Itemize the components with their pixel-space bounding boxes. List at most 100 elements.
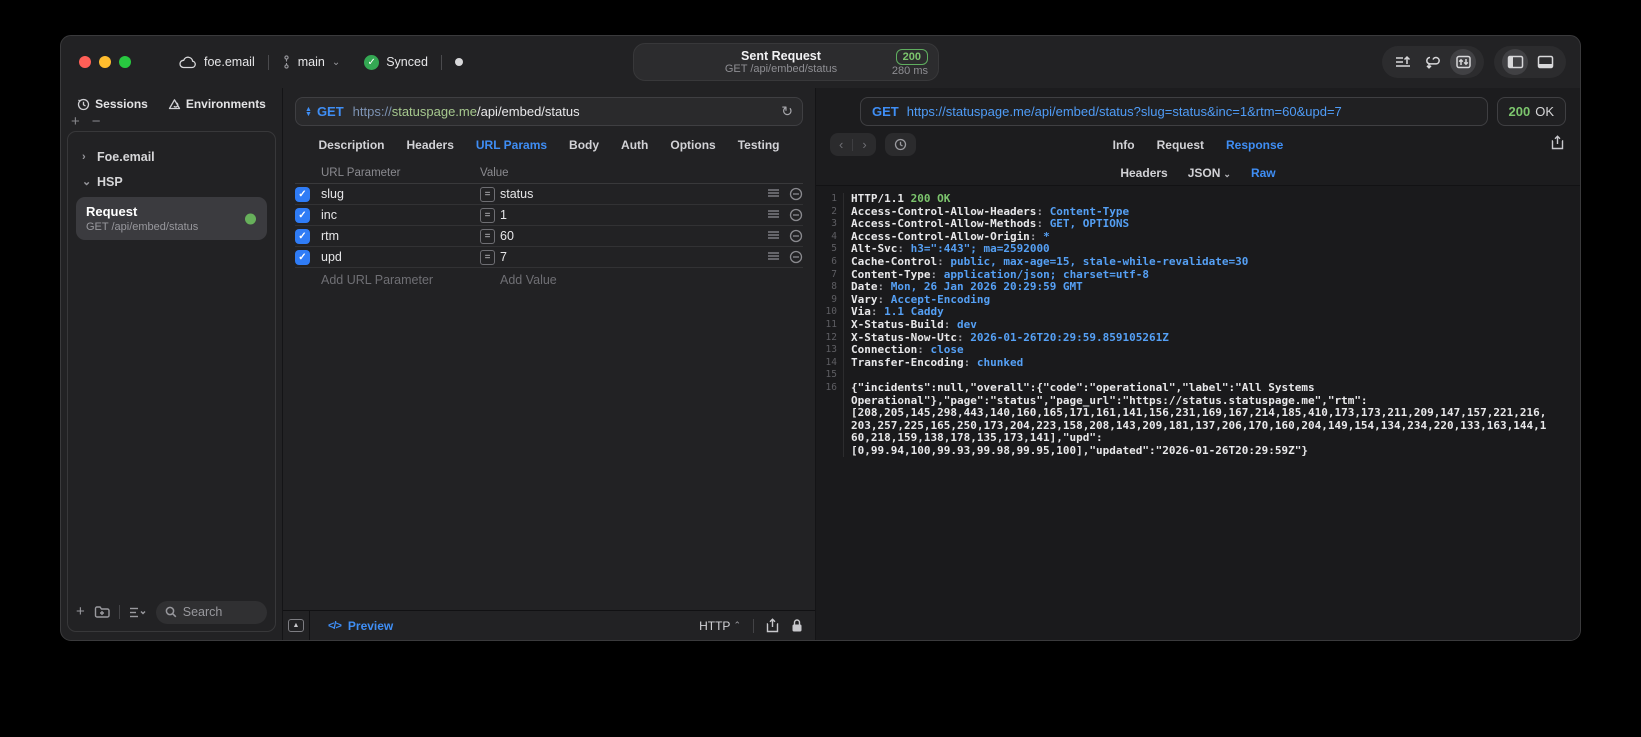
remove-param-icon[interactable] — [789, 229, 803, 243]
reload-icon[interactable]: ↻ — [781, 103, 793, 120]
close-button[interactable] — [79, 56, 91, 68]
request-title: Sent Request — [741, 48, 821, 63]
add-url-parameter-field[interactable]: Add URL Parameter — [321, 273, 480, 287]
column-url-parameter: URL Parameter — [321, 166, 401, 179]
line-number — [816, 407, 844, 420]
request-editor-panel: ▲ ▼ GET https://statuspage.me/api/embed/s… — [282, 88, 816, 640]
request-tab-description[interactable]: Description — [319, 138, 385, 152]
body-tab-raw[interactable]: Raw — [1251, 166, 1276, 180]
request-tab-url-params[interactable]: URL Params — [476, 138, 547, 152]
param-name-field[interactable]: rtm — [321, 229, 480, 243]
request-actions-group — [1382, 46, 1484, 78]
request-tab-options[interactable]: Options — [670, 138, 715, 152]
selector-chevron-icon: ⌃ — [733, 620, 741, 630]
request-tab-auth[interactable]: Auth — [621, 138, 648, 152]
param-value-field[interactable]: 60 — [500, 229, 757, 243]
line-number: 5 — [816, 243, 844, 256]
line-number: 6 — [816, 255, 844, 269]
search-input[interactable]: Search — [155, 600, 267, 624]
drag-handle-icon[interactable] — [767, 187, 780, 199]
minimize-button[interactable] — [99, 56, 111, 68]
param-name-field[interactable]: inc — [321, 208, 480, 222]
request-tab-body[interactable]: Body — [569, 138, 599, 152]
chevron-right-icon[interactable]: › — [82, 151, 90, 163]
equals-icon: = — [480, 228, 495, 244]
toggle-sidebar-button[interactable] — [1502, 49, 1528, 75]
response-body-tabs: Headers JSON ⌄ Raw — [816, 160, 1580, 185]
response-method: GET — [872, 104, 899, 119]
cloud-icon — [179, 56, 196, 68]
request-method[interactable]: GET — [317, 104, 344, 119]
method-stepper-icon[interactable]: ▲ ▼ — [305, 106, 312, 118]
param-row: ✓ rtm = 60 — [295, 226, 803, 247]
equals-icon: = — [480, 207, 495, 223]
request-title-pill[interactable]: Sent Request GET /api/embed/status 200 2… — [633, 43, 939, 81]
zoom-button[interactable] — [119, 56, 131, 68]
request-tab-headers[interactable]: Headers — [407, 138, 454, 152]
remove-param-icon[interactable] — [789, 250, 803, 264]
tree-item-foe-email[interactable]: › Foe.email — [76, 144, 267, 169]
collapse-panel-button[interactable]: ▲ — [283, 611, 310, 640]
chevron-down-icon[interactable]: ⌄ — [82, 175, 91, 188]
share-icon[interactable] — [766, 618, 779, 633]
code-preview-icon: </> — [328, 619, 342, 632]
request-tab-testing[interactable]: Testing — [738, 138, 780, 152]
forward-button[interactable]: › — [862, 137, 866, 152]
remove-session-button[interactable]: − — [92, 114, 101, 129]
param-name-field[interactable]: upd — [321, 250, 480, 264]
export-response-button[interactable] — [1551, 134, 1564, 155]
response-tab-response[interactable]: Response — [1226, 138, 1283, 152]
preview-button[interactable]: </> Preview — [328, 611, 393, 640]
line-number: 9 — [816, 293, 844, 307]
response-tab-request[interactable]: Request — [1157, 138, 1204, 152]
sync-status[interactable]: Synced — [386, 55, 428, 69]
tab-environments[interactable]: Environments — [168, 97, 266, 111]
toggle-bottom-panel-button[interactable] — [1532, 49, 1558, 75]
param-value-field[interactable]: status — [500, 187, 757, 201]
line-number: 15 — [816, 369, 844, 382]
param-checkbox[interactable]: ✓ — [295, 228, 310, 244]
title-bar: foe.email main ⌄ ✓ Synced Sent Request G… — [61, 36, 1580, 88]
response-tab-info[interactable]: Info — [1113, 138, 1135, 152]
param-value-field[interactable]: 7 — [500, 250, 757, 264]
response-status-code: 200 — [1508, 104, 1531, 119]
back-button[interactable]: ‹ — [839, 137, 843, 152]
drag-handle-icon[interactable] — [767, 208, 780, 220]
line-number: 4 — [816, 230, 844, 244]
drag-handle-icon[interactable] — [767, 250, 780, 262]
tab-sessions[interactable]: Sessions — [77, 97, 148, 111]
line-number: 12 — [816, 331, 844, 345]
sort-list-icon[interactable] — [129, 606, 147, 619]
drag-handle-icon[interactable] — [767, 229, 780, 241]
param-value-field[interactable]: 1 — [500, 208, 757, 222]
chevron-down-icon: ⌄ — [1223, 168, 1231, 179]
project-name[interactable]: foe.email — [204, 55, 255, 69]
new-folder-icon[interactable] — [94, 605, 110, 619]
add-session-button[interactable]: + — [71, 114, 80, 129]
sort-export-button[interactable] — [1390, 49, 1416, 75]
chevron-down-icon[interactable]: ⌄ — [332, 57, 340, 68]
send-receive-button[interactable] — [1450, 49, 1476, 75]
lock-icon[interactable] — [791, 618, 803, 633]
tree-item-hsp[interactable]: ⌄ HSP — [76, 169, 267, 194]
search-icon — [165, 606, 177, 618]
protocol-selector[interactable]: HTTP ⌃ — [699, 619, 741, 633]
param-checkbox[interactable]: ✓ — [295, 249, 310, 265]
body-tab-json[interactable]: JSON ⌄ — [1188, 166, 1231, 180]
response-url-box[interactable]: GET https://statuspage.me/api/embed/stat… — [860, 97, 1488, 126]
request-url-bar[interactable]: ▲ ▼ GET https://statuspage.me/api/embed/s… — [295, 97, 803, 126]
raw-response-view[interactable]: 1 HTTP/1.1 200 OK 2 Access-Control-Allow-He… — [816, 185, 1580, 640]
link-sync-button[interactable] — [1420, 49, 1446, 75]
remove-param-icon[interactable] — [789, 208, 803, 222]
add-request-button[interactable]: + — [76, 604, 85, 619]
branch-name[interactable]: main — [298, 55, 325, 69]
param-name-field[interactable]: slug — [321, 187, 480, 201]
add-value-field[interactable]: Add Value — [500, 273, 803, 287]
param-checkbox[interactable]: ✓ — [295, 186, 310, 202]
param-checkbox[interactable]: ✓ — [295, 207, 310, 223]
selected-request-item[interactable]: Request GET /api/embed/status — [76, 197, 267, 240]
body-tab-headers[interactable]: Headers — [1120, 166, 1167, 180]
remove-param-icon[interactable] — [789, 187, 803, 201]
line-number: 7 — [816, 268, 844, 282]
history-button[interactable] — [884, 133, 916, 156]
